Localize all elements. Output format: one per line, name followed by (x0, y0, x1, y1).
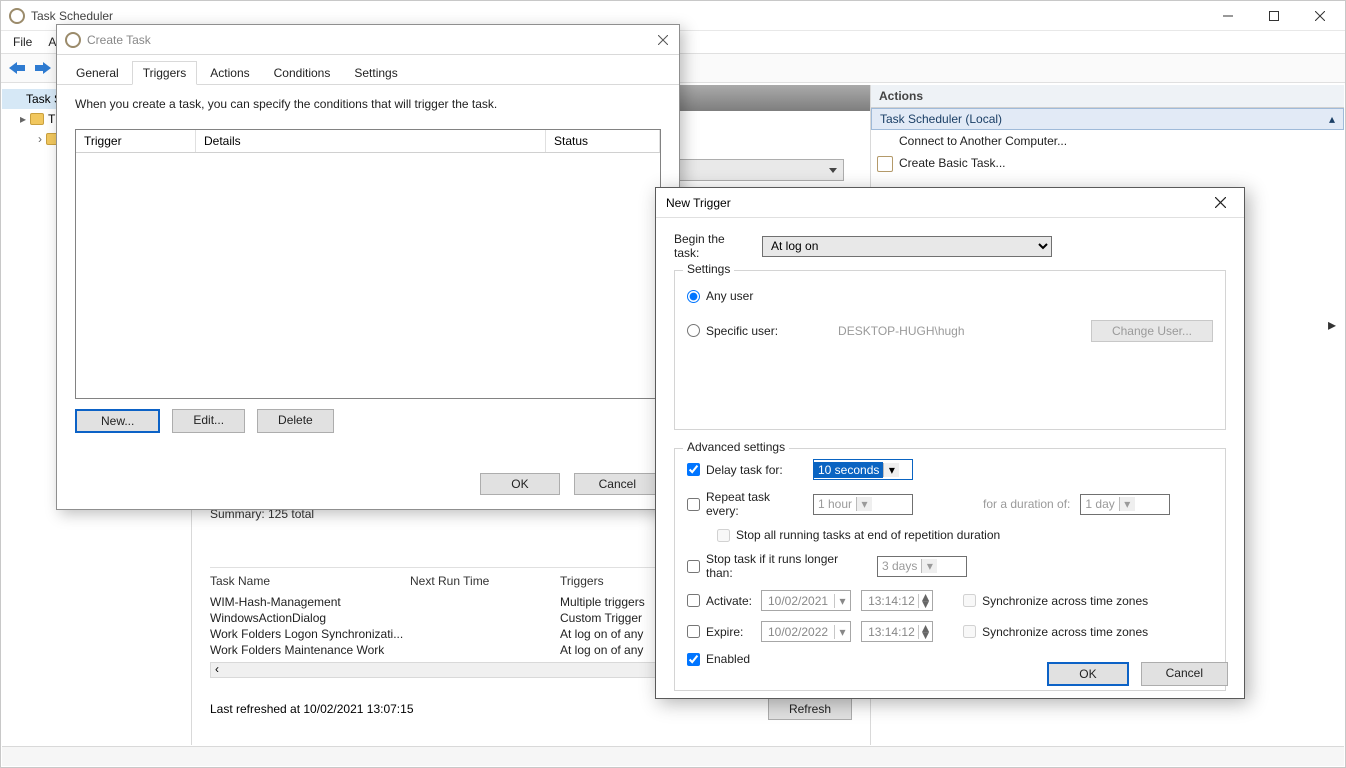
tab-triggers[interactable]: Triggers (132, 61, 198, 85)
activate-time: 13:14:12▲▼ (861, 590, 933, 611)
enabled-checkbox[interactable]: Enabled (687, 652, 750, 666)
task-icon (877, 156, 893, 172)
action-create-basic[interactable]: Create Basic Task... (871, 152, 1344, 174)
specific-user-radio[interactable]: Specific user: (687, 324, 778, 338)
trigger-list[interactable]: Trigger Details Status (75, 129, 661, 399)
ct-ok-button[interactable]: OK (480, 473, 559, 495)
tree-library-label: T (48, 112, 55, 126)
expire-time: 13:14:12▲▼ (861, 621, 933, 642)
chevron-down-icon: ▾ (856, 497, 872, 511)
create-task-dialog: Create Task General Triggers Actions Con… (56, 24, 680, 510)
specific-user-name: DESKTOP-HUGH\hugh (838, 324, 965, 338)
expand-icon[interactable]: ▸ (20, 112, 26, 126)
clock-icon (8, 92, 22, 106)
settings-group: Settings Any user Specific user: DESKTOP… (674, 270, 1226, 430)
calendar-icon: ▾ (834, 594, 850, 608)
edit-trigger-button[interactable]: Edit... (172, 409, 245, 433)
tab-settings[interactable]: Settings (343, 61, 408, 84)
begin-task-select[interactable]: At log on (762, 236, 1052, 257)
chevron-down-icon (829, 168, 837, 173)
duration-label: for a duration of: (983, 497, 1070, 511)
new-trigger-button[interactable]: New... (75, 409, 160, 433)
ct-help-text: When you create a task, you can specify … (75, 97, 661, 111)
change-user-button: Change User... (1091, 320, 1213, 342)
ct-tabs: General Triggers Actions Conditions Sett… (57, 55, 679, 85)
actions-header: Actions (871, 85, 1344, 108)
chevron-down-icon: ▾ (883, 463, 899, 477)
action-label: Create Basic Task... (899, 156, 1006, 170)
actions-group-label: Task Scheduler (Local) (880, 112, 1002, 126)
advanced-legend: Advanced settings (683, 440, 789, 454)
stop-if-checkbox[interactable]: Stop task if it runs longer than: (687, 552, 867, 580)
nt-title: New Trigger (666, 196, 731, 210)
delete-trigger-button[interactable]: Delete (257, 409, 334, 433)
expire-date: 10/02/2022▾ (761, 621, 851, 642)
duration-combo: 1 day▾ (1080, 494, 1170, 515)
folder-icon (30, 113, 44, 125)
nt-ok-button[interactable]: OK (1047, 662, 1128, 686)
ct-title: Create Task (87, 33, 649, 47)
calendar-icon: ▾ (834, 625, 850, 639)
stop-if-combo: 3 days▾ (877, 556, 967, 577)
col-next-run[interactable]: Next Run Time (410, 574, 560, 588)
maximize-button[interactable] (1251, 2, 1297, 30)
nav-back-icon[interactable] (7, 58, 27, 78)
sync-tz-activate: Synchronize across time zones (963, 594, 1148, 608)
action-label: Connect to Another Computer... (899, 134, 1067, 148)
nt-titlebar: New Trigger (656, 188, 1244, 218)
expire-checkbox[interactable]: Expire: (687, 625, 751, 639)
ct-close-button[interactable] (649, 29, 677, 51)
activate-date: 10/02/2021▾ (761, 590, 851, 611)
repeat-checkbox[interactable]: Repeat task every: (687, 490, 803, 518)
chevron-down-icon: ▾ (921, 559, 937, 573)
tab-conditions[interactable]: Conditions (263, 61, 342, 84)
actions-group-header[interactable]: Task Scheduler (Local) ▴ (871, 108, 1344, 130)
repeat-combo: 1 hour▾ (813, 494, 913, 515)
col-details[interactable]: Details (196, 130, 546, 152)
col-task-name[interactable]: Task Name (210, 574, 410, 588)
action-connect[interactable]: Connect to Another Computer... (871, 130, 1344, 152)
advanced-group: Advanced settings Delay task for: 10 sec… (674, 448, 1226, 691)
settings-legend: Settings (683, 262, 734, 276)
minimize-button[interactable] (1205, 2, 1251, 30)
tab-general[interactable]: General (65, 61, 130, 84)
nt-close-button[interactable] (1206, 192, 1234, 214)
ct-cancel-button[interactable]: Cancel (574, 473, 661, 495)
delay-combo[interactable]: 10 seconds▾ (813, 459, 913, 480)
clock-icon (65, 32, 81, 48)
stop-all-checkbox: Stop all running tasks at end of repetit… (717, 528, 1000, 542)
ct-titlebar: Create Task (57, 25, 679, 55)
sync-tz-expire: Synchronize across time zones (963, 625, 1148, 639)
new-trigger-dialog: New Trigger Begin the task: At log on Se… (655, 187, 1245, 699)
statusbar (2, 746, 1344, 766)
expand-icon[interactable]: › (38, 132, 42, 146)
col-trigger[interactable]: Trigger (76, 130, 196, 152)
tab-actions[interactable]: Actions (199, 61, 260, 84)
menu-file[interactable]: File (9, 33, 36, 51)
delay-checkbox[interactable]: Delay task for: (687, 463, 803, 477)
activate-checkbox[interactable]: Activate: (687, 594, 751, 608)
col-status[interactable]: Status (546, 130, 660, 152)
any-user-radio[interactable]: Any user (687, 289, 753, 303)
chevron-right-icon[interactable]: ▸ (1328, 315, 1336, 335)
collapse-icon[interactable]: ▴ (1329, 112, 1335, 126)
close-button[interactable] (1297, 2, 1343, 30)
nav-forward-icon[interactable] (33, 58, 53, 78)
chevron-down-icon: ▾ (1119, 497, 1135, 511)
nt-cancel-button[interactable]: Cancel (1141, 662, 1228, 686)
app-icon (9, 8, 25, 24)
begin-task-label: Begin the task: (674, 232, 752, 260)
main-title: Task Scheduler (31, 9, 1205, 23)
last-refreshed: Last refreshed at 10/02/2021 13:07:15 (210, 702, 414, 716)
